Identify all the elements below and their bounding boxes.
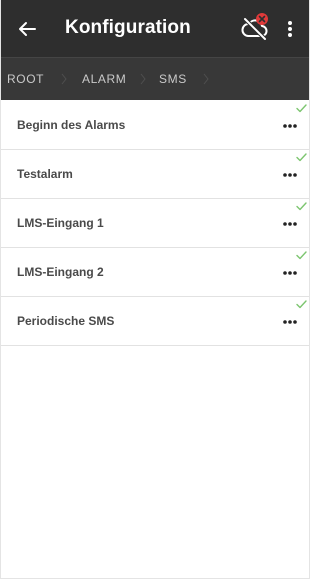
list-item[interactable]: Testalarm (1, 150, 309, 199)
more-horizontal-icon[interactable] (282, 172, 298, 178)
list-item-label: Beginn des Alarms (17, 118, 126, 132)
more-vertical-icon[interactable] (284, 17, 296, 41)
breadcrumb-separator-icon (203, 73, 209, 85)
breadcrumb-item-alarm[interactable]: ALARM (82, 72, 126, 86)
list-item[interactable]: Periodische SMS (1, 297, 309, 346)
list-item-label: Periodische SMS (17, 314, 115, 328)
app-bar: Konfiguration (1, 0, 309, 57)
list-item-label: Testalarm (17, 167, 73, 181)
error-badge-icon (256, 13, 268, 25)
more-horizontal-icon[interactable] (282, 221, 298, 227)
check-icon (296, 104, 307, 113)
list-item[interactable]: Beginn des Alarms (1, 101, 309, 150)
check-icon (296, 251, 307, 260)
more-horizontal-icon[interactable] (282, 319, 298, 325)
check-icon (296, 202, 307, 211)
more-horizontal-icon[interactable] (282, 123, 298, 129)
breadcrumb: ROOT ALARM SMS (1, 57, 309, 100)
cloud-off-icon[interactable] (240, 12, 270, 40)
list-item-label: LMS-Eingang 2 (17, 265, 104, 279)
list-item[interactable]: LMS-Eingang 2 (1, 248, 309, 297)
list-item-label: LMS-Eingang 1 (17, 216, 104, 230)
list-item[interactable]: LMS-Eingang 1 (1, 199, 309, 248)
config-list: Beginn des Alarms Testalarm LMS-Eingang … (1, 101, 309, 346)
check-icon (296, 153, 307, 162)
breadcrumb-separator-icon (61, 73, 67, 85)
more-horizontal-icon[interactable] (282, 270, 298, 276)
app-screen: Konfiguration ROOT ALARM SMS Beginn des … (0, 0, 310, 579)
breadcrumb-separator-icon (140, 73, 146, 85)
back-arrow-icon[interactable] (15, 17, 39, 41)
breadcrumb-item-root[interactable]: ROOT (7, 72, 44, 86)
check-icon (296, 300, 307, 309)
page-title: Konfiguration (65, 17, 191, 38)
breadcrumb-item-sms[interactable]: SMS (159, 72, 187, 86)
